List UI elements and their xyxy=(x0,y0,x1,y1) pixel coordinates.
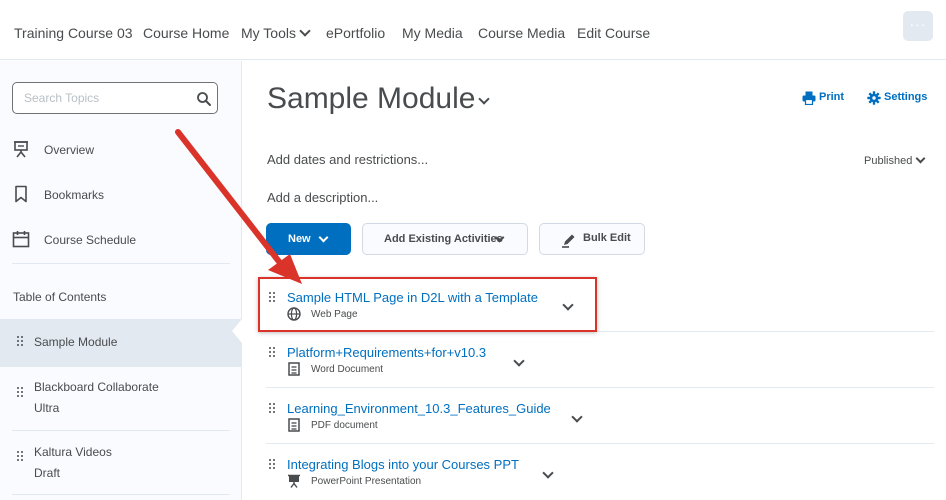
add-description-link[interactable]: Add a description... xyxy=(267,190,378,205)
topic-menu-chevron-icon[interactable] xyxy=(571,411,583,423)
nav-course-home[interactable]: Course Home xyxy=(143,25,229,41)
topic-row[interactable]: Learning_Environment_10.3_Features_Guide… xyxy=(266,389,934,444)
publish-status-label: Published xyxy=(864,155,913,167)
drag-handle-icon[interactable] xyxy=(269,347,275,359)
nav-course-name[interactable]: Training Course 03 xyxy=(14,25,133,41)
nav-edit-course[interactable]: Edit Course xyxy=(577,25,650,41)
drag-handle-icon[interactable] xyxy=(269,403,275,415)
nav-course-media[interactable]: Course Media xyxy=(478,25,565,41)
new-button-label: New xyxy=(288,233,311,245)
bulk-edit-button[interactable]: Bulk Edit xyxy=(539,223,645,255)
toc-item-kaltura-videos[interactable]: Kaltura Videos Draft xyxy=(0,435,242,495)
print-icon[interactable] xyxy=(802,91,816,105)
toc-item-label: Kaltura Videos xyxy=(34,445,112,459)
module-menu-chevron-icon[interactable] xyxy=(478,93,490,105)
add-dates-link[interactable]: Add dates and restrictions... xyxy=(267,152,428,167)
overview-icon xyxy=(14,141,28,158)
drag-handle-icon[interactable] xyxy=(17,387,23,399)
add-existing-activities-button[interactable]: Add Existing Activities xyxy=(362,223,528,255)
topic-type-label: PowerPoint Presentation xyxy=(311,476,422,487)
search-topics-field[interactable] xyxy=(12,82,218,114)
toc-item-label: Blackboard Collaborate xyxy=(34,380,159,394)
search-icon[interactable] xyxy=(196,91,212,107)
toc-item-sample-module[interactable]: Sample Module xyxy=(0,319,242,367)
nav-eportfolio[interactable]: ePortfolio xyxy=(326,25,385,41)
topic-row[interactable]: Integrating Blogs into your Courses PPT … xyxy=(266,445,934,500)
toc-item-sublabel: Draft xyxy=(34,466,61,480)
print-link[interactable]: Print xyxy=(819,91,844,103)
nav-my-tools[interactable]: My Tools xyxy=(241,25,311,41)
publish-status-dropdown[interactable]: Published xyxy=(864,153,926,167)
course-navbar: Training Course 03 Course Home My Tools … xyxy=(0,0,946,60)
document-icon xyxy=(288,418,300,432)
add-existing-activities-label: Add Existing Activities xyxy=(384,233,503,245)
nav-my-media[interactable]: My Media xyxy=(402,25,463,41)
document-icon xyxy=(288,362,300,376)
settings-link[interactable]: Settings xyxy=(884,91,927,103)
drag-handle-icon[interactable] xyxy=(269,459,275,471)
topic-menu-chevron-icon[interactable] xyxy=(513,355,525,367)
module-title[interactable]: Sample Module xyxy=(267,82,475,116)
topic-title-link[interactable]: Platform+Requirements+for+v10.3 xyxy=(287,345,486,360)
presentation-icon xyxy=(288,474,300,488)
pencil-icon xyxy=(562,234,575,248)
drag-handle-icon[interactable] xyxy=(17,451,23,463)
highlight-annotation-box xyxy=(258,277,597,332)
bookmark-icon xyxy=(15,185,27,203)
nav-my-tools-label: My Tools xyxy=(241,25,296,41)
sidebar-item-bookmarks-label: Bookmarks xyxy=(44,188,105,202)
new-button[interactable]: New xyxy=(266,223,351,255)
more-options-button[interactable]: ··· xyxy=(903,11,933,41)
calendar-icon xyxy=(12,231,30,248)
toc-item-sublabel: Ultra xyxy=(34,401,60,415)
row-divider xyxy=(266,443,934,444)
topic-title-link[interactable]: Learning_Environment_10.3_Features_Guide xyxy=(287,401,551,416)
sidebar-item-course-schedule-label: Course Schedule xyxy=(44,233,137,247)
content-sidebar: Overview Bookmarks Course Schedule Table… xyxy=(0,61,242,500)
bulk-edit-label: Bulk Edit xyxy=(583,232,631,244)
topic-type-label: PDF document xyxy=(311,420,378,431)
toc-item-blackboard-collaborate[interactable]: Blackboard Collaborate Ultra xyxy=(0,371,242,431)
topic-title-link[interactable]: Integrating Blogs into your Courses PPT xyxy=(287,457,519,472)
chevron-down-icon xyxy=(299,25,311,37)
topic-menu-chevron-icon[interactable] xyxy=(542,467,554,479)
selection-pointer xyxy=(232,319,242,343)
chevron-down-icon xyxy=(915,153,926,164)
toc-item-label: Sample Module xyxy=(34,335,118,349)
search-topics-input[interactable] xyxy=(13,83,183,113)
sidebar-item-overview-label: Overview xyxy=(44,143,95,157)
sidebar-divider xyxy=(12,263,230,264)
toc-divider xyxy=(12,430,230,431)
drag-handle-icon[interactable] xyxy=(17,336,23,348)
row-divider xyxy=(266,387,934,388)
toc-divider xyxy=(12,494,230,495)
topic-row[interactable]: Platform+Requirements+for+v10.3 Word Doc… xyxy=(266,333,934,388)
gear-icon[interactable] xyxy=(867,91,881,105)
chevron-down-icon xyxy=(318,232,329,243)
toc-heading: Table of Contents xyxy=(13,290,107,304)
topic-type-label: Word Document xyxy=(311,364,384,375)
